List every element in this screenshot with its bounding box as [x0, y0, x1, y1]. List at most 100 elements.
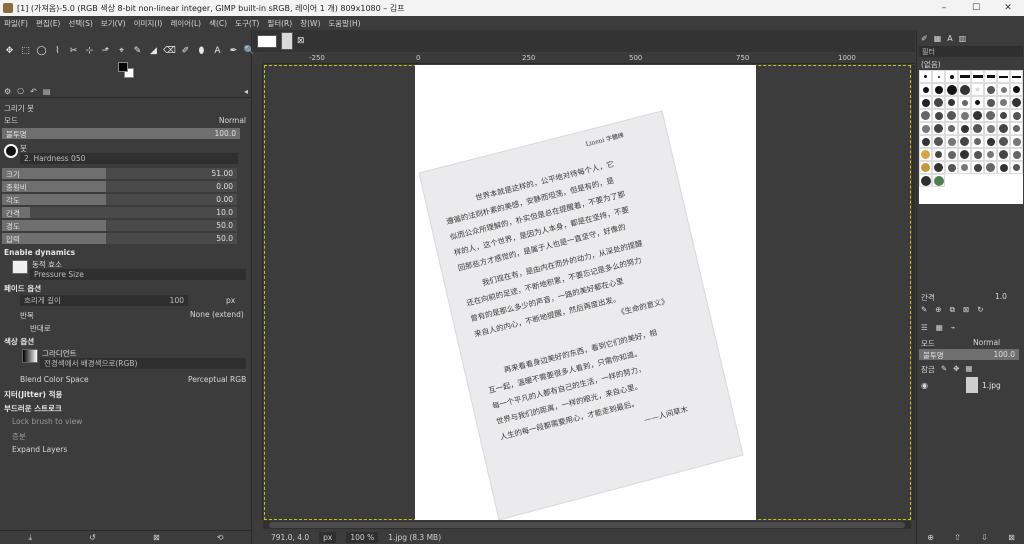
brush-cell[interactable]: [1010, 83, 1023, 96]
brush-cell[interactable]: [1010, 135, 1023, 148]
brush-cell[interactable]: [997, 122, 1010, 135]
menu-select[interactable]: 선택(S): [68, 18, 92, 29]
reverse-checkbox[interactable]: 반대로: [30, 323, 51, 334]
lock-brush-checkbox[interactable]: Lock brush to view: [12, 417, 82, 426]
brush-cell[interactable]: [1010, 148, 1023, 161]
brush-cell[interactable]: [997, 148, 1010, 161]
brush-cell[interactable]: [932, 83, 945, 96]
brush-cell[interactable]: [945, 148, 958, 161]
dynamics-preview-icon[interactable]: [12, 260, 28, 274]
reset-options-icon[interactable]: ⟲: [217, 533, 224, 542]
menu-layer[interactable]: 레이어(L): [170, 18, 201, 29]
tool-options-tab-icon[interactable]: ⚙: [4, 87, 11, 96]
menu-image[interactable]: 이미지(I): [134, 18, 163, 29]
brush-name-field[interactable]: 2. Hardness 050: [20, 153, 238, 164]
brush-cell[interactable]: [997, 96, 1010, 109]
brush-cell[interactable]: [1010, 161, 1023, 174]
brush-cell[interactable]: [984, 135, 997, 148]
angle-slider[interactable]: 각도 0.00: [2, 194, 237, 205]
gradient-field[interactable]: 전경색에서 배경색으로(RGB): [40, 358, 246, 369]
brush-cell[interactable]: [997, 135, 1010, 148]
brush-cell[interactable]: [971, 70, 984, 83]
brush-cell[interactable]: [945, 96, 958, 109]
lower-layer-icon[interactable]: ⇩: [981, 533, 988, 542]
expand-layers-checkbox[interactable]: Expand Layers: [12, 445, 67, 454]
brush-cell[interactable]: [1010, 70, 1023, 83]
brush-cell[interactable]: [971, 161, 984, 174]
patterns-tab-icon[interactable]: ▦: [934, 34, 942, 43]
refresh-brushes-icon[interactable]: ↻: [977, 305, 983, 315]
lock-position-icon[interactable]: ✥: [953, 364, 959, 375]
unit-dropdown[interactable]: px: [319, 531, 337, 543]
brush-cell[interactable]: [984, 83, 997, 96]
brush-cell[interactable]: [984, 96, 997, 109]
aspect-ratio-slider[interactable]: 종횡비 0.00: [2, 181, 237, 192]
brush-cell[interactable]: [971, 109, 984, 122]
zoom-dropdown[interactable]: 100 %: [346, 531, 379, 543]
brush-cell[interactable]: [958, 70, 971, 83]
brush-cell[interactable]: [945, 109, 958, 122]
brush-cell[interactable]: [997, 70, 1010, 83]
menu-view[interactable]: 보기(V): [101, 18, 126, 29]
brush-cell[interactable]: [932, 174, 945, 187]
ellipse-select-tool-icon[interactable]: ◯: [34, 44, 49, 57]
undo-history-tab-icon[interactable]: ↶: [30, 87, 37, 96]
warp-tool-icon[interactable]: ⌖: [114, 44, 129, 57]
smudge-tool-icon[interactable]: ⬮: [194, 44, 209, 57]
save-options-icon[interactable]: ⤓: [29, 533, 33, 543]
smooth-stroke-checkbox[interactable]: 부드러운 스트로크: [4, 403, 62, 414]
brush-cell[interactable]: [932, 148, 945, 161]
device-status-tab-icon[interactable]: ⎔: [17, 87, 24, 96]
brush-cell[interactable]: [919, 83, 932, 96]
brush-cell[interactable]: [997, 109, 1010, 122]
lock-pixels-icon[interactable]: ✎: [941, 364, 947, 375]
mode-dropdown[interactable]: Normal: [219, 116, 246, 125]
minimize-button[interactable]: –: [928, 0, 960, 16]
image-tab-thumb-1[interactable]: [257, 34, 277, 48]
close-button[interactable]: ✕: [992, 0, 1024, 16]
maximize-button[interactable]: ☐: [960, 0, 992, 16]
restore-options-icon[interactable]: ↺: [89, 533, 96, 542]
brush-cell[interactable]: [958, 96, 971, 109]
hardness-slider[interactable]: 경도 50.0: [2, 220, 237, 231]
brush-cell[interactable]: [958, 135, 971, 148]
menu-windows[interactable]: 창(W): [300, 18, 320, 29]
paths-tab-icon[interactable]: ⌁: [951, 323, 956, 332]
fade-options-section[interactable]: 페이드 옵션: [4, 283, 41, 294]
blend-space-dropdown[interactable]: Perceptual RGB: [188, 375, 246, 384]
brush-preview-icon[interactable]: [4, 144, 18, 158]
move-tool-icon[interactable]: ✥: [2, 44, 17, 57]
close-image-tab-icon[interactable]: ⊠: [297, 36, 305, 46]
scissors-tool-icon[interactable]: ✂: [66, 44, 81, 57]
jitter-checkbox[interactable]: 지터(Jitter) 적용: [4, 389, 62, 400]
brush-cell[interactable]: [1010, 122, 1023, 135]
menu-colors[interactable]: 색(C): [209, 18, 227, 29]
brush-cell[interactable]: [984, 109, 997, 122]
brush-cell[interactable]: [984, 148, 997, 161]
layer-opacity-slider[interactable]: 불투명 100.0: [919, 349, 1019, 360]
brush-cell[interactable]: [958, 148, 971, 161]
brushes-tab-icon[interactable]: ✐: [921, 34, 928, 43]
brush-cell[interactable]: [919, 70, 932, 83]
text-tool-icon[interactable]: A: [210, 44, 225, 57]
foreground-color-swatch[interactable]: [118, 62, 128, 72]
image-canvas[interactable]: Lineni 字體練 世界本就是这样的，公平地对待每个人，它 遵循的法则朴素的美…: [415, 65, 756, 520]
image-tab-thumb-2[interactable]: [281, 32, 293, 50]
brush-cell[interactable]: [932, 109, 945, 122]
eraser-tool-icon[interactable]: ⌫: [162, 44, 177, 57]
color-options-section[interactable]: 색상 옵션: [4, 336, 34, 347]
delete-brush-icon[interactable]: ⊠: [963, 305, 969, 315]
delete-layer-icon[interactable]: ⊠: [1008, 533, 1015, 542]
force-slider[interactable]: 압력 50.0: [2, 233, 237, 244]
brush-cell[interactable]: [971, 148, 984, 161]
brush-cell[interactable]: [958, 109, 971, 122]
brush-cell[interactable]: [932, 122, 945, 135]
incremental-checkbox[interactable]: 증분: [12, 431, 26, 442]
raise-layer-icon[interactable]: ⇧: [954, 533, 961, 542]
brush-cell[interactable]: [919, 148, 932, 161]
brush-cell[interactable]: [945, 70, 958, 83]
brush-cell[interactable]: [971, 96, 984, 109]
crop-tool-icon[interactable]: ⊹: [82, 44, 97, 57]
channels-tab-icon[interactable]: ▦: [936, 323, 943, 332]
dynamics-field[interactable]: Pressure Size: [30, 269, 246, 280]
